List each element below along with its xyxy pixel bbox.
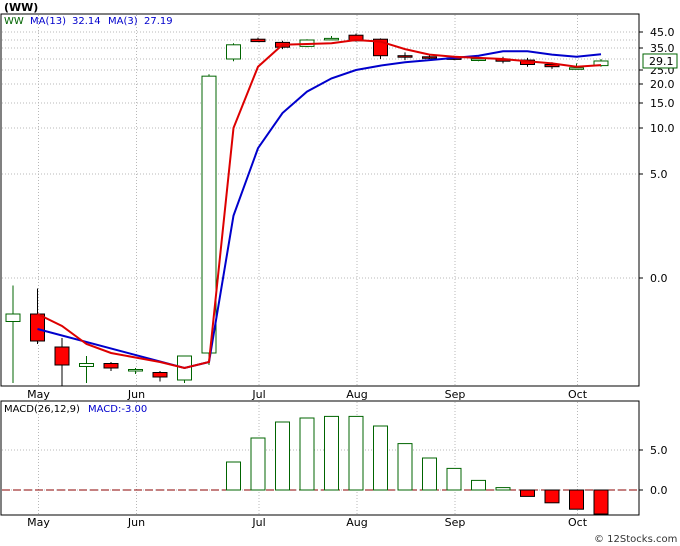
macd-bar	[495, 487, 511, 491]
macd-x-tick-label: Aug	[346, 516, 367, 529]
candle-body	[422, 56, 437, 59]
price-x-tick-label: Jun	[127, 388, 145, 401]
macd-bar	[250, 437, 266, 491]
legend-ma13-label: MA(13)	[30, 16, 66, 27]
watermark: © 12Stocks.com	[594, 534, 677, 545]
candle	[177, 355, 192, 383]
macd-bar	[446, 467, 462, 491]
price-x-tick-label: Sep	[445, 388, 466, 401]
price-y-tick-label: 45.0	[650, 26, 675, 39]
price-x-tick-label: Oct	[568, 388, 588, 401]
legend-symbol: WW	[4, 16, 24, 27]
chart-title: (WW)	[4, 1, 38, 14]
macd-bar	[569, 489, 584, 510]
stock-chart: (WW) 45.035.025.020.015.010.05.00.0 WW M…	[0, 0, 680, 546]
macd-bar	[348, 415, 364, 491]
price-x-tick-label: Aug	[346, 388, 367, 401]
candle-body	[103, 363, 119, 369]
candle-body	[152, 372, 168, 378]
candle-body	[397, 55, 413, 58]
macd-bar	[422, 457, 437, 491]
macd-bar	[593, 489, 609, 515]
price-y-tick-label: 10.0	[650, 122, 675, 135]
price-x-tick-label: Jul	[251, 388, 265, 401]
last-price-label: 29.1	[649, 55, 674, 68]
macd-bar	[373, 425, 388, 491]
macd-bar	[544, 489, 560, 504]
price-y-tick-label: 20.0	[650, 78, 675, 91]
price-y-tick-label: 5.0	[650, 168, 668, 181]
last-price-marker: 29.1	[642, 53, 678, 69]
legend-ma13-value: 32.14	[72, 16, 101, 27]
price-y-tick-label: 0.0	[650, 272, 668, 285]
candle-body	[128, 369, 143, 372]
macd-value-label: MACD:-3.00	[88, 404, 147, 415]
price-y-tick-label: 15.0	[650, 97, 675, 110]
candle-body	[471, 58, 486, 61]
macd-bar	[397, 443, 413, 491]
macd-y-tick-label: 0.0	[650, 484, 668, 497]
candle-body	[79, 363, 94, 367]
macd-x-tick-label: Sep	[445, 516, 466, 529]
candle-body	[324, 37, 339, 41]
candle-body	[569, 67, 584, 70]
legend-ma3-label: MA(3)	[108, 16, 138, 27]
candle-body	[54, 346, 70, 366]
price-legend: WW MA(13) 32.14 MA(3) 27.19	[4, 16, 173, 27]
macd-x-tick-label: Jun	[127, 516, 145, 529]
macd-label: MACD(26,12,9)	[4, 404, 80, 415]
candle	[226, 43, 241, 62]
macd-bar	[226, 461, 241, 491]
macd-bar	[471, 479, 486, 491]
macd-x-tick-label: May	[27, 516, 50, 529]
legend-ma3-value: 27.19	[144, 16, 173, 27]
candle-body	[5, 313, 21, 322]
macd-bar	[299, 417, 315, 491]
candle-body	[30, 313, 45, 342]
macd-bar	[275, 421, 290, 491]
macd-bar	[324, 415, 339, 491]
candle-body	[226, 44, 241, 60]
macd-x-tick-label: Jul	[251, 516, 265, 529]
macd-x-tick-label: Oct	[568, 516, 588, 529]
price-x-tick-label: May	[27, 388, 50, 401]
macd-bar	[520, 489, 535, 497]
price-y-tick-label: 35.0	[650, 42, 675, 55]
candle-body	[250, 38, 266, 43]
macd-y-tick-label: 5.0	[650, 444, 668, 457]
